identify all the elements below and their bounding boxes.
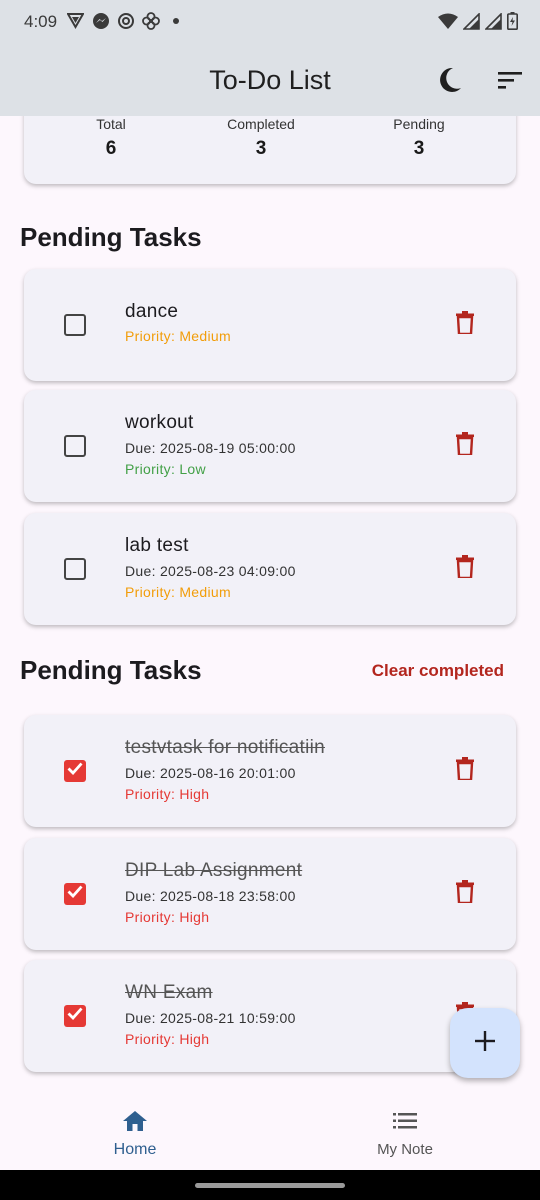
task-priority: Priority: Medium	[125, 328, 231, 344]
clear-completed-button[interactable]: Clear completed	[372, 661, 504, 681]
task-due: Due: 2025-08-23 04:09:00	[125, 563, 296, 579]
gesture-area	[0, 1170, 540, 1200]
task-checkbox[interactable]	[64, 558, 86, 580]
stat-pending: Pending 3	[359, 116, 479, 160]
task-priority: Priority: Medium	[125, 584, 231, 600]
status-bar: 4:09	[0, 0, 540, 48]
signal-icon	[484, 11, 502, 35]
task-due: Due: 2025-08-21 10:59:00	[125, 1010, 296, 1026]
delete-button[interactable]	[454, 432, 476, 460]
add-icon	[474, 1030, 496, 1057]
task-priority: Priority: High	[125, 786, 210, 802]
task-card[interactable]: DIP Lab Assignment Due: 2025-08-18 23:58…	[24, 838, 516, 950]
task-card[interactable]: dance Priority: Medium	[24, 269, 516, 381]
list-icon	[330, 1108, 480, 1134]
dot-icon	[166, 11, 185, 30]
task-priority: Priority: High	[125, 1031, 210, 1047]
task-title: testvtask for notificatiin	[125, 737, 325, 758]
system-icons	[438, 11, 518, 35]
nav-home[interactable]: Home	[60, 1108, 210, 1159]
gesture-handle[interactable]	[195, 1183, 345, 1188]
task-priority: Priority: High	[125, 909, 210, 925]
task-checkbox[interactable]	[64, 435, 86, 457]
nav-my-note-label: My Note	[377, 1141, 433, 1158]
task-checkbox[interactable]	[64, 314, 86, 336]
task-due: Due: 2025-08-19 05:00:00	[125, 440, 296, 456]
task-card[interactable]: testvtask for notificatiin Due: 2025-08-…	[24, 715, 516, 827]
task-card[interactable]: lab test Due: 2025-08-23 04:09:00 Priori…	[24, 513, 516, 625]
pinwheel-icon	[141, 11, 160, 30]
delete-button[interactable]	[454, 757, 476, 785]
signal-icon	[462, 11, 480, 35]
delete-button[interactable]	[454, 880, 476, 908]
wifi-icon	[438, 13, 458, 35]
stat-total-label: Total	[96, 116, 126, 132]
task-title: dance	[125, 301, 179, 322]
sort-button[interactable]	[496, 68, 524, 96]
task-card[interactable]: workout Due: 2025-08-19 05:00:00 Priorit…	[24, 390, 516, 502]
stat-total-value: 6	[105, 138, 117, 159]
task-checkbox[interactable]	[64, 1005, 86, 1027]
status-time: 4:09	[24, 12, 58, 31]
trash-icon	[456, 880, 474, 908]
stat-pending-label: Pending	[393, 116, 445, 132]
battery-icon	[507, 12, 518, 35]
trash-icon	[456, 555, 474, 583]
vpn-icon	[66, 11, 85, 30]
task-checkbox[interactable]	[64, 883, 86, 905]
dark-mode-toggle[interactable]	[436, 67, 464, 98]
check-icon	[67, 1007, 83, 1025]
task-title: workout	[125, 412, 194, 433]
stat-completed-value: 3	[255, 138, 267, 159]
moon-icon	[438, 67, 462, 98]
task-checkbox[interactable]	[64, 760, 86, 782]
trash-icon	[456, 432, 474, 460]
stat-pending-value: 3	[413, 138, 425, 159]
task-card[interactable]: WN Exam Due: 2025-08-21 10:59:00 Priorit…	[24, 960, 516, 1072]
nav-my-note[interactable]: My Note	[330, 1108, 480, 1158]
add-task-button[interactable]	[450, 1008, 520, 1078]
messenger-icon	[91, 11, 110, 30]
delete-button[interactable]	[454, 555, 476, 583]
nav-home-label: Home	[113, 1141, 157, 1158]
stat-total: Total 6	[51, 116, 171, 160]
sync-icon	[116, 11, 135, 30]
bottom-nav: Home My Note	[0, 1090, 540, 1170]
check-icon	[67, 762, 83, 780]
stat-completed-label: Completed	[227, 116, 295, 132]
delete-button[interactable]	[454, 311, 476, 339]
home-icon	[60, 1108, 210, 1134]
task-title: WN Exam	[125, 982, 213, 1003]
sort-icon	[498, 71, 522, 94]
completed-section-title: Pending Tasks	[20, 655, 202, 685]
check-icon	[67, 885, 83, 903]
task-title: DIP Lab Assignment	[125, 860, 303, 881]
trash-icon	[456, 757, 474, 785]
task-title: lab test	[125, 535, 189, 556]
task-priority: Priority: Low	[125, 461, 206, 477]
trash-icon	[456, 311, 474, 339]
task-due: Due: 2025-08-16 20:01:00	[125, 765, 296, 781]
app-bar: To-Do List	[0, 48, 540, 116]
pending-section-title: Pending Tasks	[20, 222, 202, 252]
task-due: Due: 2025-08-18 23:58:00	[125, 888, 296, 904]
stat-completed: Completed 3	[201, 116, 321, 160]
notification-icons	[66, 11, 185, 30]
